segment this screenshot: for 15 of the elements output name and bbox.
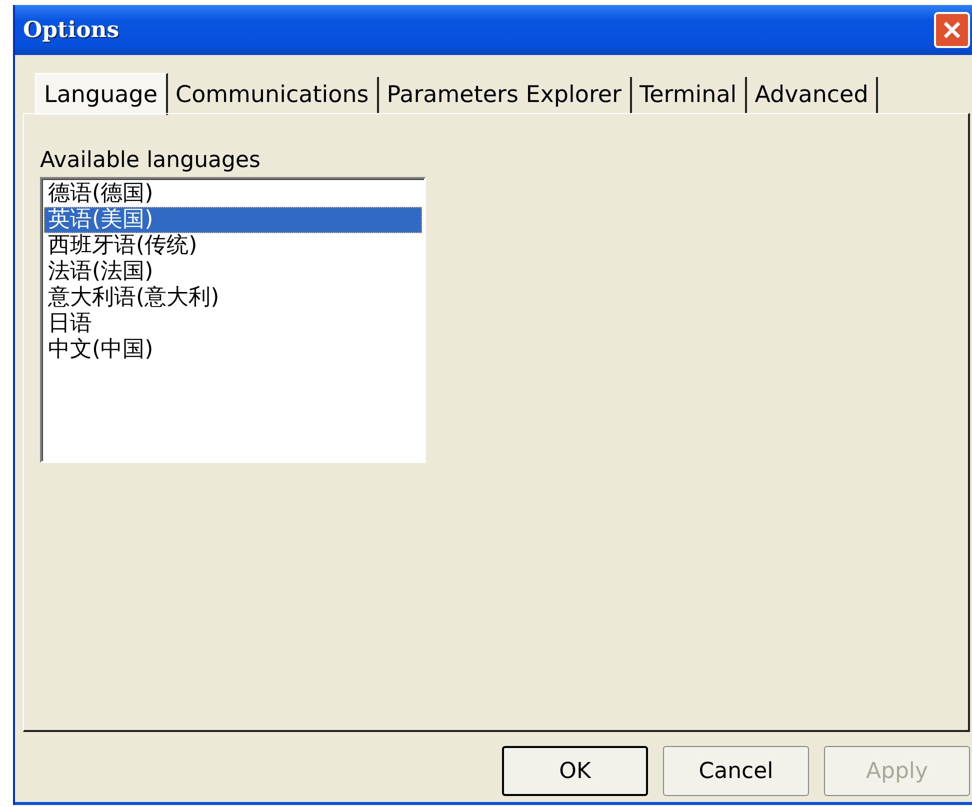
list-item[interactable]: 英语(美国)	[44, 207, 422, 233]
language-list[interactable]: 德语(德国) 英语(美国) 西班牙语(传统) 法语(法国) 意大利语(意大利) 日语 中文(中国)	[40, 177, 426, 463]
list-item[interactable]: 法语(法国)	[44, 259, 422, 285]
list-item[interactable]: 意大利语(意大利)	[44, 285, 422, 311]
list-item[interactable]: 中文(中国)	[44, 337, 422, 363]
dialog-button[interactable]: OK	[502, 746, 648, 796]
list-label: Available languages	[40, 148, 260, 173]
close-button[interactable]	[934, 12, 970, 48]
close-icon	[942, 20, 962, 40]
tab[interactable]: Language	[35, 73, 168, 115]
list-item[interactable]: 西班牙语(传统)	[44, 233, 422, 259]
list-item[interactable]: 日语	[44, 311, 422, 337]
window-title: Options	[23, 17, 120, 43]
list-item[interactable]: 德语(德国)	[44, 181, 422, 207]
dialog-button[interactable]: Cancel	[663, 746, 809, 796]
